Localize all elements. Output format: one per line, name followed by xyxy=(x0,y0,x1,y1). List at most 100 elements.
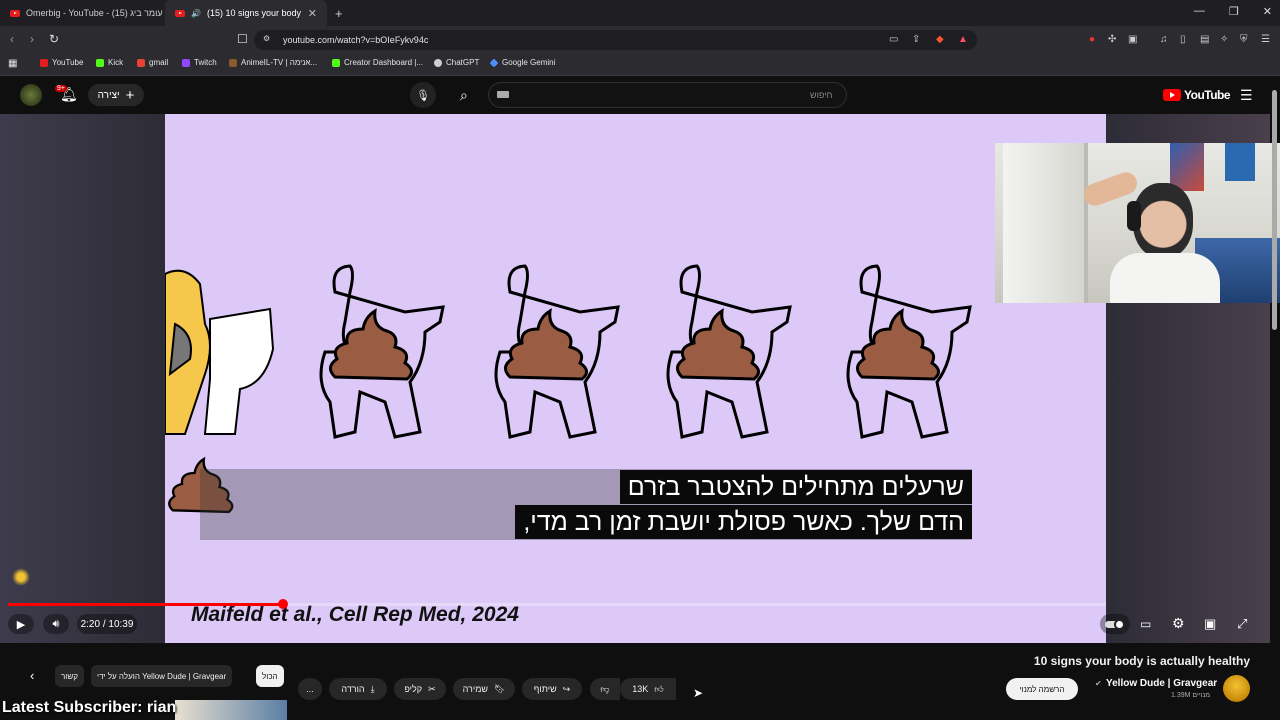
bookmark-gmail[interactable]: gmail xyxy=(137,58,168,67)
keyboard-icon[interactable] xyxy=(497,91,509,98)
bookmark-twitch[interactable]: Twitch xyxy=(182,58,217,67)
autoplay-knob-icon xyxy=(1114,619,1125,630)
voice-search-icon[interactable]: 🎙︎ xyxy=(410,82,436,108)
forward-icon[interactable]: › xyxy=(30,32,34,46)
avatar[interactable] xyxy=(20,84,42,106)
restore-icon[interactable]: ❐ xyxy=(1229,5,1239,18)
apps-grid-icon[interactable]: ▦ xyxy=(8,58,17,69)
hamburger-menu-icon[interactable]: ☰ xyxy=(1240,87,1253,104)
headphones-shape xyxy=(1127,201,1141,231)
extensions-puzzle-icon[interactable]: ✣ xyxy=(1108,34,1116,45)
chip-uploaded-by[interactable]: הועלה על ידי Yellow Dude | Gravgear xyxy=(91,665,233,687)
browser-tab-label: Omerbig - YouTube - עומר ביג (15) xyxy=(26,8,163,18)
bookmark-icon[interactable]: ☐ xyxy=(237,32,248,46)
channel-name[interactable]: Yellow Dude | Gravgear xyxy=(1106,678,1217,689)
leo-ai-icon[interactable]: ✧ xyxy=(1220,34,1228,45)
figure-outline-1 xyxy=(319,264,445,439)
chevron-left-icon[interactable]: ‹ xyxy=(30,668,34,683)
youtube-favicon-icon xyxy=(10,9,20,17)
url-text[interactable]: youtube.com/watch?v=bOIeFykv94c xyxy=(283,35,428,45)
cast-icon[interactable]: ▭ xyxy=(889,34,898,45)
sidebar-icon[interactable]: ▯ xyxy=(1180,34,1186,45)
bookmark-gemini[interactable]: Google Gemini xyxy=(489,57,555,68)
chip-all[interactable]: הכול xyxy=(256,665,284,687)
bookmark-creator-dashboard[interactable]: Creator Dashboard |... xyxy=(332,58,423,67)
notification-badge: 9+ xyxy=(55,85,67,92)
video-title: 10 signs your body is actually healthy xyxy=(1033,654,1250,668)
dislike-button[interactable]: 👎︎ xyxy=(590,678,620,700)
back-icon[interactable]: ‹ xyxy=(10,32,14,46)
close-window-icon[interactable]: ✕ xyxy=(1263,5,1272,18)
poop-icon xyxy=(676,308,760,381)
channel-avatar[interactable] xyxy=(1223,675,1250,702)
progress-bar[interactable] xyxy=(8,599,1106,609)
search-input[interactable] xyxy=(488,82,847,108)
reload-icon[interactable]: ↻ xyxy=(49,32,59,46)
subscribe-button[interactable]: הרשמה למנוי xyxy=(1006,678,1078,700)
share-arrow-icon: ↪ xyxy=(562,683,571,694)
autoplay-toggle[interactable] xyxy=(1100,614,1130,634)
subtitles-icon[interactable]: ▭ xyxy=(1140,617,1151,631)
brave-rewards-icon[interactable]: ▲ xyxy=(958,34,968,45)
window-controls: — ❐ ✕ xyxy=(1194,5,1272,18)
browser-tab-strip: Omerbig - YouTube - עומר ביג (15) 🔊 (15)… xyxy=(0,0,1280,26)
menu-icon[interactable]: ☰ xyxy=(1261,34,1270,45)
fullscreen-icon[interactable]: ⤢ xyxy=(1237,616,1247,632)
share-page-icon[interactable]: ⇪ xyxy=(912,34,920,45)
gmail-bookmark-icon xyxy=(137,58,145,67)
progress-scrubber-handle[interactable] xyxy=(277,599,288,609)
more-actions-button[interactable]: ... xyxy=(298,678,322,700)
gemini-bookmark-icon xyxy=(489,57,499,68)
person-shirt xyxy=(1110,253,1220,303)
brave-shield-icon[interactable]: ◆ xyxy=(936,34,944,45)
youtube-logo[interactable]: YouTube xyxy=(1163,88,1231,102)
kick-bookmark-icon xyxy=(332,58,340,67)
bookmark-kick[interactable]: Kick xyxy=(96,58,123,67)
like-count: 13K xyxy=(632,684,649,694)
thumbs-up-icon: 👍︎ xyxy=(654,683,664,694)
create-label: יצירה xyxy=(97,89,120,101)
site-info-icon[interactable]: ⚙ xyxy=(263,34,270,43)
download-button[interactable]: הורדה ⤓ xyxy=(329,678,387,700)
close-tab-icon[interactable]: ✕ xyxy=(308,7,317,20)
chip-related[interactable]: קשור xyxy=(55,665,84,687)
minimize-icon[interactable]: — xyxy=(1194,5,1205,18)
miniplayer-icon[interactable]: ▣ xyxy=(1204,616,1216,632)
browser-tab-omerbig[interactable]: Omerbig - YouTube - עומר ביג (15) xyxy=(0,0,165,26)
kick-bookmark-icon xyxy=(96,58,104,67)
citation-text: Maifeld et al., Cell Rep Med, 2024 xyxy=(191,603,519,626)
bookmark-animeil[interactable]: AnimeIL-TV | אנימה... xyxy=(229,58,317,67)
youtube-logo-icon xyxy=(1163,89,1181,101)
volume-icon[interactable]: 🔊︎ xyxy=(43,614,69,634)
vpn-icon[interactable]: ⛨ xyxy=(1240,34,1248,45)
poop-icon xyxy=(329,308,413,381)
share-button[interactable]: שיתוף ↪ xyxy=(522,678,582,700)
figure-outline-2 xyxy=(494,264,620,439)
figure-outline-4 xyxy=(846,264,972,439)
watermark-logo xyxy=(12,568,30,586)
create-button[interactable]: יצירה + xyxy=(88,84,144,106)
play-button[interactable]: ▶ xyxy=(8,614,34,634)
wallet-icon[interactable]: ▤ xyxy=(1200,34,1209,45)
browser-tab-label: (15) 10 signs your body is ac​ xyxy=(206,8,302,18)
search-icon[interactable]: ⌕ xyxy=(460,87,468,104)
bookmark-chatgpt[interactable]: ChatGPT xyxy=(434,58,479,67)
clip-button[interactable]: קליפ ✂ xyxy=(394,678,446,700)
extension-box-icon[interactable]: ▣ xyxy=(1128,34,1137,45)
more-icon: ... xyxy=(306,684,314,694)
extension-record-icon[interactable]: ● xyxy=(1089,34,1095,45)
like-button[interactable]: 13K 👍︎ xyxy=(620,678,676,700)
recommendation-thumbnail[interactable] xyxy=(175,700,287,720)
poop-icon xyxy=(504,308,588,381)
save-button[interactable]: שמירה 🔖︎ xyxy=(453,678,515,700)
page-scrollbar[interactable] xyxy=(1272,90,1277,330)
twitch-bookmark-icon xyxy=(182,58,190,67)
browser-tab-video[interactable]: 🔊 (15) 10 signs your body is ac​ ✕ xyxy=(165,0,327,26)
thumbs-down-icon: 👎︎ xyxy=(600,683,610,694)
settings-gear-icon[interactable]: ⚙ xyxy=(1172,615,1185,632)
man-on-toilet-illustration xyxy=(165,269,275,435)
new-tab-button[interactable]: + xyxy=(335,6,343,21)
youtube-favicon-icon xyxy=(175,9,185,17)
media-icon[interactable]: ♫ xyxy=(1160,34,1168,45)
bookmark-youtube[interactable]: YouTube xyxy=(40,58,83,67)
